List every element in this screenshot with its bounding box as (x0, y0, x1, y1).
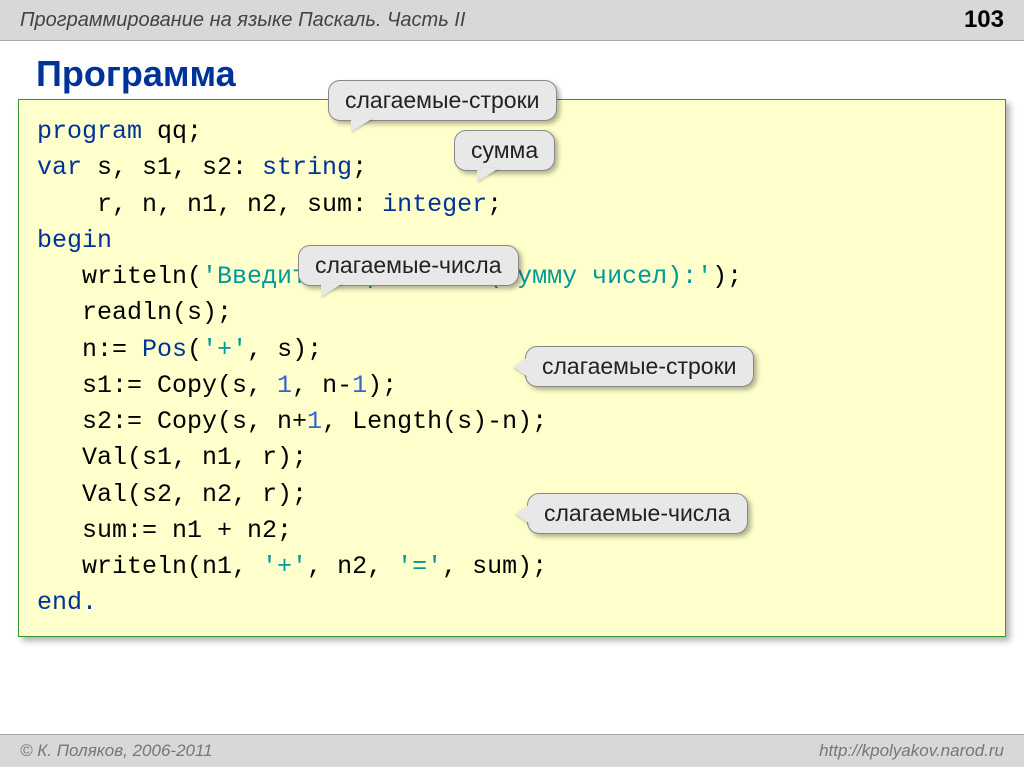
code-line: Val(s2, n2, r); (37, 477, 987, 513)
code-line: s2:= Copy(s, n+1, Length(s)-n); (37, 404, 987, 440)
code-line: end. (37, 585, 987, 621)
code-line: r, n, n1, n2, sum: integer; (37, 187, 987, 223)
callout-slagaemye-chisla-2: слагаемые-числа (527, 493, 748, 534)
callout-slagaemye-stroki-1: слагаемые-строки (328, 80, 557, 121)
header: Программирование на языке Паскаль. Часть… (0, 0, 1024, 41)
footer: © К. Поляков, 2006-2011 http://kpolyakov… (0, 734, 1024, 767)
code-line: n:= Pos('+', s); (37, 332, 987, 368)
code-line: s1:= Copy(s, 1, n-1); (37, 368, 987, 404)
header-subject: Программирование на языке Паскаль. Часть… (20, 9, 465, 32)
code-line: writeln(n1, '+', n2, '=', sum); (37, 549, 987, 585)
code-block: program qq; var s, s1, s2: string; r, n,… (18, 99, 1006, 637)
footer-copyright: © К. Поляков, 2006-2011 (20, 741, 213, 761)
code-line: readln(s); (37, 295, 987, 331)
callout-summa: сумма (454, 130, 555, 171)
callout-slagaemye-chisla-1: слагаемые-числа (298, 245, 519, 286)
page-number: 103 (964, 6, 1004, 34)
code-line: sum:= n1 + n2; (37, 513, 987, 549)
callout-slagaemye-stroki-2: слагаемые-строки (525, 346, 754, 387)
footer-url: http://kpolyakov.narod.ru (819, 741, 1004, 761)
code-line: Val(s1, n1, r); (37, 440, 987, 476)
